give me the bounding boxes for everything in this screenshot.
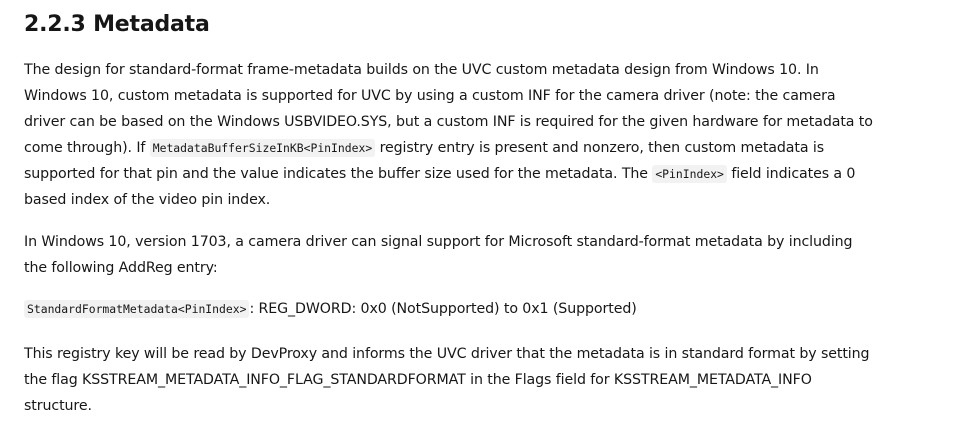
document-page: 2.2.3 Metadata The design for standard-f… xyxy=(0,0,960,447)
inline-code-standard-format-metadata: StandardFormatMetadata<PinIndex> xyxy=(24,300,250,318)
paragraph-version-1703: In Windows 10, version 1703, a camera dr… xyxy=(24,234,853,276)
inline-code-pin-index: <PinIndex> xyxy=(652,165,727,183)
paragraph-text: : REG_DWORD: 0x0 (NotSupported) to 0x1 (… xyxy=(249,301,637,317)
paragraph-devproxy: This registry key will be read by DevPro… xyxy=(24,346,870,414)
paragraph-addreg-entry: StandardFormatMetadata<PinIndex>: REG_DW… xyxy=(24,296,874,322)
inline-code-metadata-buffer-size: MetadataBufferSizeInKB<PinIndex> xyxy=(149,139,376,157)
paragraph-metadata-design: The design for standard-format frame-met… xyxy=(24,57,874,213)
section-heading: 2.2.3 Metadata xyxy=(24,12,210,37)
